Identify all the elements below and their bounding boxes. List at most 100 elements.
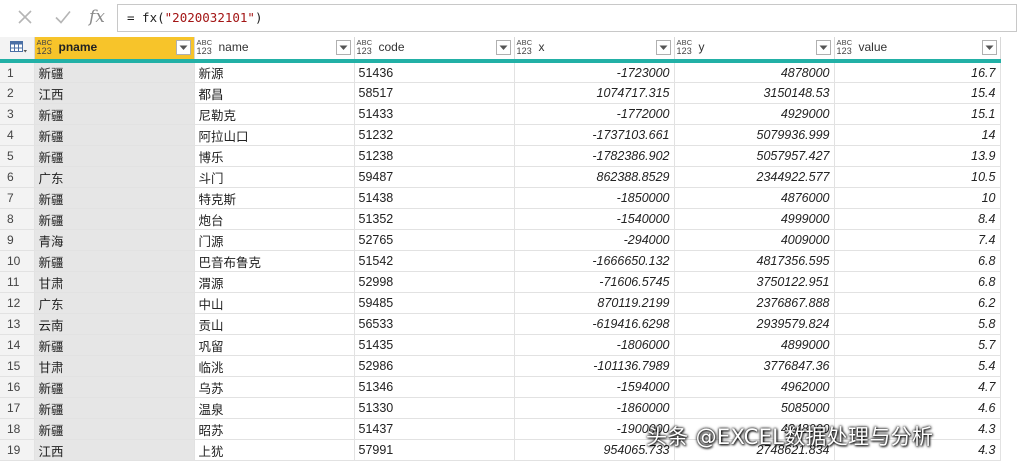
table-cell-x[interactable]: -1666650.132: [514, 250, 675, 272]
table-cell-value[interactable]: 4.6: [834, 397, 1001, 419]
filter-dropdown-icon[interactable]: [495, 40, 511, 55]
table-cell-value[interactable]: 5.7: [834, 334, 1001, 356]
table-cell-pname[interactable]: 甘肃: [34, 355, 195, 377]
table-cell-y[interactable]: 4878000: [674, 61, 835, 83]
table-cell-y[interactable]: 4899000: [674, 334, 835, 356]
fx-icon[interactable]: fx: [86, 5, 108, 29]
table-cell-name[interactable]: 温泉: [194, 397, 355, 419]
table-cell-pname[interactable]: 新疆: [34, 187, 195, 209]
table-cell-pname[interactable]: 新疆: [34, 208, 195, 230]
table-cell-y[interactable]: 2344922.577: [674, 166, 835, 188]
table-cell-value[interactable]: 8.4: [834, 208, 1001, 230]
column-header-value[interactable]: ABC 123 value: [834, 37, 1001, 63]
table-cell-pname[interactable]: 新疆: [34, 418, 195, 440]
type-any-icon[interactable]: ABC 123: [197, 39, 213, 56]
close-icon[interactable]: [14, 5, 36, 29]
table-cell-pname[interactable]: 新疆: [34, 250, 195, 272]
table-cell-x[interactable]: -1737103.661: [514, 124, 675, 146]
filter-dropdown-icon[interactable]: [981, 40, 997, 55]
type-any-icon[interactable]: ABC 123: [837, 39, 853, 56]
table-cell-y[interactable]: 4817356.595: [674, 250, 835, 272]
table-cell-value[interactable]: 6.2: [834, 292, 1001, 314]
table-cell-name[interactable]: 炮台: [194, 208, 355, 230]
table-cell-code[interactable]: 51435: [354, 334, 515, 356]
table-cell-value[interactable]: 6.8: [834, 271, 1001, 293]
table-cell-code[interactable]: 52998: [354, 271, 515, 293]
table-cell-code[interactable]: 56533: [354, 313, 515, 335]
table-cell-value[interactable]: 15.4: [834, 82, 1001, 104]
table-cell-x[interactable]: -1540000: [514, 208, 675, 230]
table-cell-value[interactable]: 5.4: [834, 355, 1001, 377]
table-cell-y[interactable]: 4999000: [674, 208, 835, 230]
table-cell-x[interactable]: 870119.2199: [514, 292, 675, 314]
table-cell-name[interactable]: 斗门: [194, 166, 355, 188]
table-cell-name[interactable]: 乌苏: [194, 376, 355, 398]
table-cell-name[interactable]: 尼勒克: [194, 103, 355, 125]
table-cell-name[interactable]: 渭源: [194, 271, 355, 293]
table-cell-code[interactable]: 51436: [354, 61, 515, 83]
type-any-icon[interactable]: ABC 123: [517, 39, 533, 56]
table-cell-y[interactable]: 5057957.427: [674, 145, 835, 167]
table-cell-value[interactable]: 7.4: [834, 229, 1001, 251]
table-cell-y[interactable]: 4876000: [674, 187, 835, 209]
table-cell-y[interactable]: 2376867.888: [674, 292, 835, 314]
table-cell-pname[interactable]: 新疆: [34, 103, 195, 125]
table-cell-pname[interactable]: 云南: [34, 313, 195, 335]
check-icon[interactable]: [52, 5, 74, 29]
table-cell-value[interactable]: 15.1: [834, 103, 1001, 125]
column-header-code[interactable]: ABC 123 code: [354, 37, 515, 63]
table-cell-name[interactable]: 新源: [194, 61, 355, 83]
table-cell-value[interactable]: 14: [834, 124, 1001, 146]
table-cell-name[interactable]: 巴音布鲁克: [194, 250, 355, 272]
table-cell-code[interactable]: 59485: [354, 292, 515, 314]
table-cell-pname[interactable]: 新疆: [34, 124, 195, 146]
table-cell-name[interactable]: 中山: [194, 292, 355, 314]
table-cell-x[interactable]: -1860000: [514, 397, 675, 419]
formula-input[interactable]: = fx("2020032101"): [117, 4, 1017, 32]
type-any-icon[interactable]: ABC 123: [357, 39, 373, 56]
table-cell-x[interactable]: -1850000: [514, 187, 675, 209]
table-cell-name[interactable]: 巩留: [194, 334, 355, 356]
table-cell-y[interactable]: 4929000: [674, 103, 835, 125]
table-cell-y[interactable]: 2939579.824: [674, 313, 835, 335]
table-cell-value[interactable]: 4.7: [834, 376, 1001, 398]
table-cell-x[interactable]: -1723000: [514, 61, 675, 83]
table-cell-x[interactable]: -619416.6298: [514, 313, 675, 335]
column-header-name[interactable]: ABC 123 name: [194, 37, 355, 63]
table-cell-code[interactable]: 51438: [354, 187, 515, 209]
table-cell-x[interactable]: 862388.8529: [514, 166, 675, 188]
table-cell-code[interactable]: 52986: [354, 355, 515, 377]
table-cell-x[interactable]: -1806000: [514, 334, 675, 356]
table-cell-name[interactable]: 特克斯: [194, 187, 355, 209]
column-header-x[interactable]: ABC 123 x: [514, 37, 675, 63]
type-any-icon[interactable]: ABC 123: [37, 39, 53, 56]
table-cell-code[interactable]: 57991: [354, 439, 515, 461]
table-cell-name[interactable]: 临洮: [194, 355, 355, 377]
table-cell-name[interactable]: 阿拉山口: [194, 124, 355, 146]
column-header-y[interactable]: ABC 123 y: [674, 37, 835, 63]
table-cell-x[interactable]: -1782386.902: [514, 145, 675, 167]
table-cell-value[interactable]: 10.5: [834, 166, 1001, 188]
table-cell-pname[interactable]: 江西: [34, 82, 195, 104]
table-cell-code[interactable]: 51330: [354, 397, 515, 419]
table-cell-code[interactable]: 51346: [354, 376, 515, 398]
filter-dropdown-icon[interactable]: [335, 40, 351, 55]
table-cell-pname[interactable]: 甘肃: [34, 271, 195, 293]
filter-dropdown-icon[interactable]: [655, 40, 671, 55]
type-any-icon[interactable]: ABC 123: [677, 39, 693, 56]
table-cell-y[interactable]: 3776847.36: [674, 355, 835, 377]
table-cell-name[interactable]: 门源: [194, 229, 355, 251]
table-cell-name[interactable]: 都昌: [194, 82, 355, 104]
table-cell-pname[interactable]: 江西: [34, 439, 195, 461]
table-cell-y[interactable]: 5079936.999: [674, 124, 835, 146]
table-cell-code[interactable]: 51542: [354, 250, 515, 272]
table-cell-code[interactable]: 51238: [354, 145, 515, 167]
table-cell-pname[interactable]: 青海: [34, 229, 195, 251]
table-cell-pname[interactable]: 广东: [34, 166, 195, 188]
table-cell-pname[interactable]: 新疆: [34, 334, 195, 356]
table-cell-name[interactable]: 昭苏: [194, 418, 355, 440]
table-cell-pname[interactable]: 新疆: [34, 61, 195, 83]
table-cell-code[interactable]: 59487: [354, 166, 515, 188]
filter-dropdown-icon[interactable]: [815, 40, 831, 55]
table-cell-code[interactable]: 51232: [354, 124, 515, 146]
